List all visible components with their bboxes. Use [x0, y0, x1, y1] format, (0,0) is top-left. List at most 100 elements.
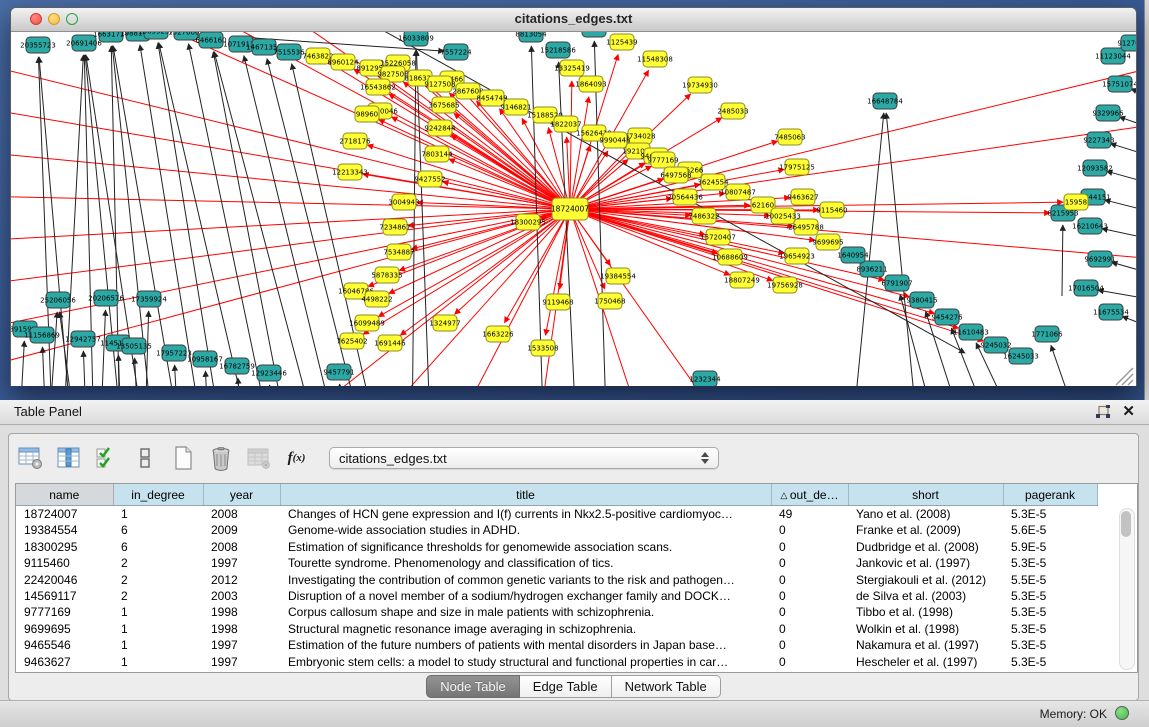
graph-node[interactable]: 9692991 [1084, 251, 1115, 267]
graph-node[interactable]: 8131054 [578, 32, 610, 37]
graph-node[interactable]: 4498222 [361, 291, 392, 307]
graph-node[interactable]: 3004943 [388, 194, 419, 210]
graph-node[interactable]: 1663226 [482, 326, 514, 342]
new-file-icon[interactable] [169, 445, 196, 472]
float-panel-icon[interactable] [1095, 405, 1111, 419]
graph-node[interactable]: 1750468 [594, 293, 625, 309]
graph-node[interactable]: 8960124 [327, 54, 359, 70]
graph-node[interactable]: 20355723 [20, 37, 56, 53]
table-select-dropdown[interactable]: citations_edges.txt [329, 447, 719, 469]
graph-node[interactable]: 7515536 [273, 44, 305, 60]
graph-node[interactable]: 11548308 [637, 51, 673, 67]
column-header-pagerank[interactable]: pagerank [1003, 484, 1097, 506]
graph-node[interactable]: 9699695 [812, 234, 843, 250]
graph-node[interactable]: 7485063 [774, 129, 805, 145]
column-header-name[interactable]: name [16, 484, 113, 506]
table-row[interactable]: 1938455462009Genome-wide association stu… [16, 522, 1097, 538]
graph-node[interactable]: 12213343 [332, 164, 368, 180]
citation-graph[interactable]: 2035572320691406166317141988147810655257… [11, 32, 1136, 386]
tab-network-table[interactable]: Network Table [612, 675, 721, 698]
table-row[interactable]: 946554611997Estimation of the future num… [16, 637, 1097, 653]
graph-node[interactable]: 19654923 [779, 248, 815, 264]
import-table-disabled-icon[interactable] [245, 445, 272, 472]
graph-node[interactable]: 2718176 [339, 133, 371, 149]
graph-node[interactable]: 16099489 [349, 315, 385, 331]
table-row[interactable]: 911546021997Tourette syndrome. Phenomeno… [16, 555, 1097, 571]
graph-node[interactable]: 10958167 [187, 351, 223, 367]
zoom-window-button[interactable] [66, 13, 78, 25]
graph-node[interactable]: 7534887 [383, 244, 414, 260]
graph-node[interactable]: 7234867 [379, 219, 410, 235]
tab-edge-table[interactable]: Edge Table [520, 675, 612, 698]
graph-node[interactable]: 1232344 [689, 371, 721, 386]
graph-node[interactable]: 1771066 [1031, 326, 1063, 342]
graph-node[interactable]: 6791907 [881, 275, 912, 291]
graph-node[interactable]: 1125439 [606, 34, 637, 50]
graph-node[interactable]: 9127508 [424, 76, 455, 92]
column-header-title[interactable]: title [280, 484, 771, 506]
graph-node[interactable]: 2485033 [717, 103, 748, 119]
graph-node[interactable]: 5878335 [371, 267, 402, 283]
graph-node[interactable]: 16245033 [1003, 348, 1039, 364]
select-rows-icon[interactable] [93, 445, 120, 472]
column-header-short[interactable]: short [848, 484, 1003, 506]
memory-status-indicator[interactable] [1115, 706, 1129, 720]
graph-node[interactable]: 9329966 [1092, 105, 1124, 121]
table-panel-titlebar[interactable]: Table Panel ✕ [0, 400, 1149, 425]
graph-node[interactable]: 19384554 [600, 268, 636, 284]
table-settings-icon[interactable] [17, 445, 44, 472]
graph-node[interactable]: 12093582 [1077, 160, 1113, 176]
graph-node[interactable]: 7803144 [421, 146, 453, 162]
table-row[interactable]: 946362711997Embryonic stem cells: a mode… [16, 654, 1097, 670]
graph-node[interactable]: 7625402 [336, 333, 367, 349]
graph-node[interactable]: 9380415 [906, 292, 937, 308]
graph-node[interactable]: 1640954 [837, 247, 869, 263]
minimize-window-button[interactable] [48, 13, 60, 25]
graph-node[interactable]: 9242844 [424, 120, 456, 136]
close-window-button[interactable] [30, 13, 42, 25]
table-row[interactable]: 1456911722003Disruption of a novel membe… [16, 588, 1097, 604]
graph-node[interactable]: 16033809 [398, 32, 434, 46]
graph-node[interactable]: 16782759 [219, 358, 255, 374]
tab-node-table[interactable]: Node Table [426, 675, 520, 698]
table-scrollbar-thumb[interactable] [1121, 511, 1131, 537]
function-builder-icon[interactable]: f(x) [283, 445, 310, 472]
table-row[interactable]: 969969511998Structural magnetic resonanc… [16, 621, 1097, 637]
graph-node[interactable]: 19734930 [682, 77, 718, 93]
graph-node[interactable]: 9777169 [647, 152, 678, 168]
graph-node[interactable]: 19756928 [767, 277, 803, 293]
graph-node[interactable]: 17359924 [131, 291, 167, 307]
graph-node[interactable]: 16648784 [867, 93, 903, 109]
graph-node[interactable]: 9119468 [542, 294, 573, 310]
column-header-in_degree[interactable]: in_degree [113, 484, 203, 506]
close-panel-icon[interactable]: ✕ [1122, 402, 1135, 420]
graph-node[interactable]: 9115460 [816, 202, 847, 218]
network-window-titlebar[interactable]: citations_edges.txt [11, 8, 1136, 32]
graph-node[interactable]: 9457791 [323, 364, 354, 380]
graph-node[interactable]: 7557224 [440, 44, 472, 60]
column-header-out_de[interactable]: △ out_de… [771, 484, 848, 506]
graph-node[interactable]: 9427552 [414, 171, 445, 187]
window-resize-grip[interactable] [1116, 368, 1133, 385]
graph-node[interactable]: 3675685 [428, 97, 459, 113]
graph-node[interactable]: 20206576 [88, 290, 124, 306]
graph-node[interactable]: 9245032 [980, 337, 1011, 353]
graph-node[interactable]: 16210643 [1072, 218, 1108, 234]
graph-node[interactable]: 17016504 [1068, 280, 1104, 296]
graph-node[interactable]: 98960 [355, 106, 379, 122]
graph-node[interactable]: 1691446 [374, 335, 406, 351]
graph-node[interactable]: 12942757 [65, 331, 101, 347]
row-height-icon[interactable] [131, 445, 158, 472]
graph-node[interactable]: 9227343 [1083, 132, 1114, 148]
graph-node[interactable]: 8813054 [515, 32, 547, 42]
graph-node[interactable]: 9454276 [931, 309, 963, 325]
table-row[interactable]: 1830029562008Estimation of significance … [16, 539, 1097, 555]
table-row[interactable]: 977716911998Corpus callosum shape and si… [16, 604, 1097, 620]
graph-node[interactable]: 1533508 [527, 340, 558, 356]
graph-node[interactable]: 9463627 [787, 189, 818, 205]
table-row[interactable]: 2242004622012Investigating the contribut… [16, 572, 1097, 588]
network-canvas[interactable]: 2035572320691406166317141988147810655257… [11, 32, 1136, 386]
graph-node[interactable]: 1324977 [429, 315, 460, 331]
graph-node[interactable]: 17975125 [779, 159, 815, 175]
delete-trash-icon[interactable] [207, 445, 234, 472]
